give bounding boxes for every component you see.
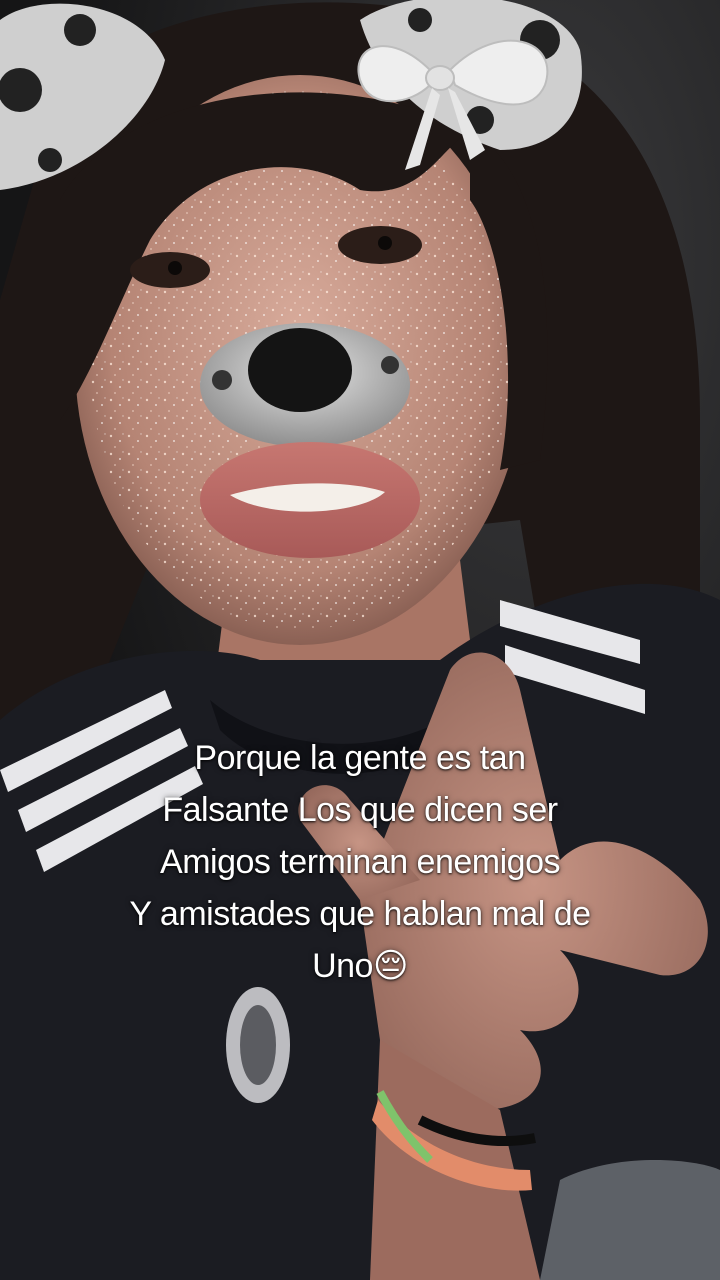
caption-line-5: Uno😔	[312, 947, 408, 985]
caption-line-4: Y amistades que hablan mal de	[129, 895, 591, 933]
story-caption: Porque la gente es tan Falsante Los que …	[60, 732, 660, 992]
caption-line-3: Amigos terminan enemigos	[160, 843, 560, 881]
caption-line-2: Falsante Los que dicen ser	[162, 791, 558, 829]
selfie-photo	[0, 0, 720, 1280]
dog-nose-filter-icon	[200, 323, 410, 447]
crest-icon	[226, 987, 290, 1103]
caption-line-1: Porque la gente es tan	[194, 739, 526, 777]
story-frame: Porque la gente es tan Falsante Los que …	[0, 0, 720, 1280]
